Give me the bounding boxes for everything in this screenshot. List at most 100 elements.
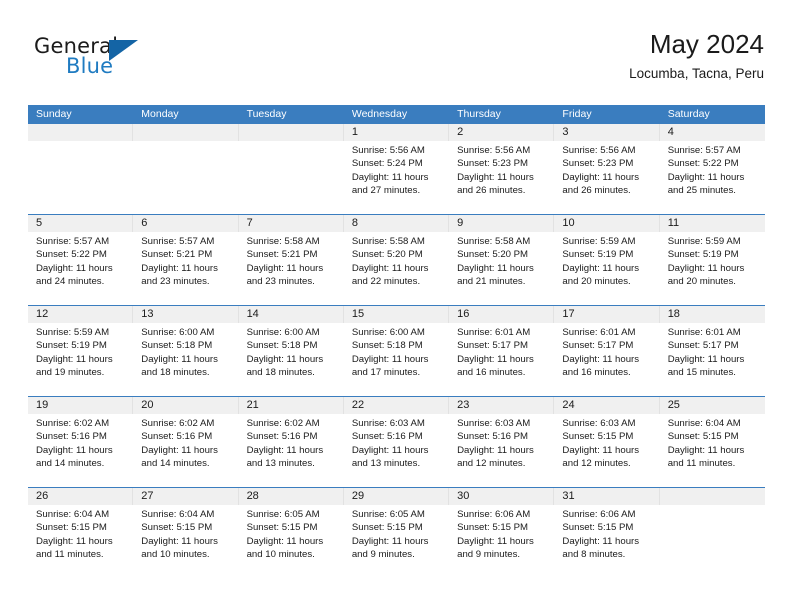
day-number: 22: [351, 399, 365, 411]
general-blue-logo: General Blue: [34, 34, 244, 90]
day-cell[interactable]: 30 Sunrise: 6:06 AM Sunset: 5:15 PM Dayligh…: [449, 488, 555, 578]
daylight-text: Daylight: 11 hours: [36, 262, 113, 274]
daylight-text: and 24 minutes.: [36, 276, 105, 288]
day-cell[interactable]: 23 Sunrise: 6:03 AM Sunset: 5:16 PM Dayligh…: [449, 397, 555, 487]
day-cell[interactable]: 29 Sunrise: 6:05 AM Sunset: 5:15 PM Dayligh…: [343, 488, 450, 578]
sunset-text: Sunset: 5:15 PM: [667, 431, 739, 443]
day-number: 19: [36, 399, 49, 411]
day-number: 16: [457, 308, 470, 320]
day-details: Sunrise: 5:59 AM Sunset: 5:19 PM Daylight:…: [554, 232, 659, 289]
daylight-text: and 8 minutes.: [562, 549, 626, 561]
sunrise-text: Sunrise: 6:00 AM: [141, 327, 215, 338]
day-cell[interactable]: 16 Sunrise: 6:01 AM Sunset: 5:17 PM Dayligh…: [449, 306, 555, 396]
daylight-text: and 9 minutes.: [351, 549, 415, 561]
sunset-text: Sunset: 5:19 PM: [36, 340, 107, 352]
day-cell[interactable]: 15 Sunrise: 6:00 AM Sunset: 5:18 PM Dayligh…: [343, 306, 450, 396]
day-cell[interactable]: 18 Sunrise: 6:01 AM Sunset: 5:17 PM Dayligh…: [659, 306, 765, 396]
day-number-band: 16: [449, 306, 555, 323]
daylight-text: and 13 minutes.: [351, 458, 421, 470]
weekday-header-friday: Friday: [562, 108, 592, 120]
day-number: 11: [667, 217, 680, 229]
daylight-text: Daylight: 11 hours: [351, 444, 429, 456]
daylight-text: and 25 minutes.: [667, 185, 736, 197]
day-cell[interactable]: 20 Sunrise: 6:02 AM Sunset: 5:16 PM Dayligh…: [133, 397, 239, 487]
day-number: 4: [667, 126, 674, 138]
day-number-band: 8: [343, 215, 450, 232]
daylight-text: and 20 minutes.: [667, 276, 736, 288]
day-cell[interactable]: 25 Sunrise: 6:04 AM Sunset: 5:15 PM Dayligh…: [659, 397, 765, 487]
day-number-band: 7: [238, 215, 344, 232]
daylight-text: Daylight: 11 hours: [246, 353, 324, 365]
sunset-text: Sunset: 5:17 PM: [562, 340, 634, 352]
calendar-grid: Sunday Monday Tuesday Wednesday Thursday Frid…: [28, 105, 765, 578]
day-cell[interactable]: 21 Sunrise: 6:02 AM Sunset: 5:16 PM Dayligh…: [238, 397, 344, 487]
sunrise-text: Sunrise: 5:58 AM: [246, 236, 320, 247]
day-cell[interactable]: 14 Sunrise: 6:00 AM Sunset: 5:18 PM Dayligh…: [238, 306, 344, 396]
sunset-text: Sunset: 5:18 PM: [351, 340, 423, 352]
day-cell[interactable]: 8 Sunrise: 5:58 AM Sunset: 5:20 PM Daylight…: [343, 215, 450, 305]
daylight-text: Daylight: 11 hours: [141, 444, 218, 456]
day-cell[interactable]: 4 Sunrise: 5:57 AM Sunset: 5:22 PM Daylight…: [659, 124, 765, 214]
calendar-weeks: 1 Sunrise: 5:56 AM Sunset: 5:24 PM Daylight…: [28, 124, 765, 578]
day-cell[interactable]: 9 Sunrise: 5:58 AM Sunset: 5:20 PM Daylight…: [449, 215, 555, 305]
day-cell[interactable]: 2 Sunrise: 5:56 AM Sunset: 5:23 PM Daylight…: [449, 124, 555, 214]
weekday-header-thursday: Thursday: [457, 108, 501, 120]
day-number-band: [28, 124, 134, 141]
day-cell[interactable]: 28 Sunrise: 6:05 AM Sunset: 5:15 PM Dayligh…: [238, 488, 344, 578]
day-cell[interactable]: 10 Sunrise: 5:59 AM Sunset: 5:19 PM Dayligh…: [554, 215, 660, 305]
daylight-text: and 11 minutes.: [667, 458, 736, 470]
day-cell[interactable]: 12 Sunrise: 5:59 AM Sunset: 5:19 PM Dayligh…: [28, 306, 134, 396]
daylight-text: Daylight: 11 hours: [141, 353, 218, 365]
day-number-band: 14: [238, 306, 344, 323]
day-cell[interactable]: 1 Sunrise: 5:56 AM Sunset: 5:24 PM Daylight…: [343, 124, 450, 214]
daylight-text: Daylight: 11 hours: [36, 535, 113, 547]
day-number-band: 12: [28, 306, 134, 323]
sunrise-text: Sunrise: 5:57 AM: [141, 236, 215, 247]
day-cell[interactable]: 19 Sunrise: 6:02 AM Sunset: 5:16 PM Dayligh…: [28, 397, 134, 487]
day-details: Sunrise: 6:02 AM Sunset: 5:16 PM Daylight:…: [133, 414, 238, 471]
day-number-band: 11: [659, 215, 765, 232]
day-cell[interactable]: 22 Sunrise: 6:03 AM Sunset: 5:16 PM Dayligh…: [343, 397, 450, 487]
day-cell[interactable]: 31 Sunrise: 6:06 AM Sunset: 5:15 PM Dayligh…: [554, 488, 660, 578]
day-number-band: 25: [659, 397, 765, 414]
day-cell[interactable]: 3 Sunrise: 5:56 AM Sunset: 5:23 PM Daylight…: [554, 124, 660, 214]
day-cell[interactable]: 6 Sunrise: 5:57 AM Sunset: 5:21 PM Daylight…: [133, 215, 239, 305]
sunset-text: Sunset: 5:22 PM: [667, 158, 739, 170]
title-block: May 2024 Locumba, Tacna, Peru: [629, 28, 764, 82]
day-details: Sunrise: 6:05 AM Sunset: 5:15 PM Daylight:…: [239, 505, 344, 562]
sunset-text: Sunset: 5:20 PM: [457, 249, 529, 261]
daylight-text: and 12 minutes.: [457, 458, 526, 470]
day-number-band: 5: [28, 215, 134, 232]
day-cell-empty: [28, 124, 134, 214]
day-cell[interactable]: 26 Sunrise: 6:04 AM Sunset: 5:15 PM Dayligh…: [28, 488, 134, 578]
day-number: 12: [36, 308, 49, 320]
sunset-text: Sunset: 5:23 PM: [562, 158, 634, 170]
day-number: 15: [351, 308, 365, 320]
sunrise-text: Sunrise: 5:56 AM: [457, 145, 531, 156]
sunset-text: Sunset: 5:17 PM: [667, 340, 739, 352]
sunrise-text: Sunrise: 6:01 AM: [457, 327, 531, 338]
day-cell[interactable]: 13 Sunrise: 6:00 AM Sunset: 5:18 PM Dayligh…: [133, 306, 239, 396]
day-number: 8: [351, 217, 358, 229]
day-details: Sunrise: 6:00 AM Sunset: 5:18 PM Daylight:…: [133, 323, 238, 380]
day-cell[interactable]: 7 Sunrise: 5:58 AM Sunset: 5:21 PM Daylight…: [238, 215, 344, 305]
calendar-week-cells: 1 Sunrise: 5:56 AM Sunset: 5:24 PM Daylight…: [28, 124, 765, 214]
day-number: 7: [246, 217, 253, 229]
sunrise-text: Sunrise: 5:56 AM: [351, 145, 425, 156]
day-cell[interactable]: 17 Sunrise: 6:01 AM Sunset: 5:17 PM Dayligh…: [554, 306, 660, 396]
day-cell[interactable]: 11 Sunrise: 5:59 AM Sunset: 5:19 PM Dayligh…: [659, 215, 765, 305]
sunrise-text: Sunrise: 5:58 AM: [457, 236, 531, 247]
day-cell[interactable]: 24 Sunrise: 6:03 AM Sunset: 5:15 PM Dayligh…: [554, 397, 660, 487]
day-number: 3: [562, 126, 569, 138]
day-number: 24: [562, 399, 575, 411]
day-number-band: 26: [28, 488, 134, 505]
daylight-text: Daylight: 11 hours: [351, 535, 429, 547]
day-cell[interactable]: 5 Sunrise: 5:57 AM Sunset: 5:22 PM Daylight…: [28, 215, 134, 305]
calendar-page: General Blue May 2024 Locumba, Tacna, Pe…: [0, 0, 792, 612]
daylight-text: Daylight: 11 hours: [667, 353, 745, 365]
day-cell[interactable]: 27 Sunrise: 6:04 AM Sunset: 5:15 PM Dayligh…: [133, 488, 239, 578]
sunrise-text: Sunrise: 6:02 AM: [141, 418, 215, 429]
day-details: Sunrise: 5:56 AM Sunset: 5:23 PM Daylight:…: [449, 141, 554, 198]
day-details: Sunrise: 5:59 AM Sunset: 5:19 PM Daylight:…: [28, 323, 133, 380]
daylight-text: and 16 minutes.: [457, 367, 526, 379]
